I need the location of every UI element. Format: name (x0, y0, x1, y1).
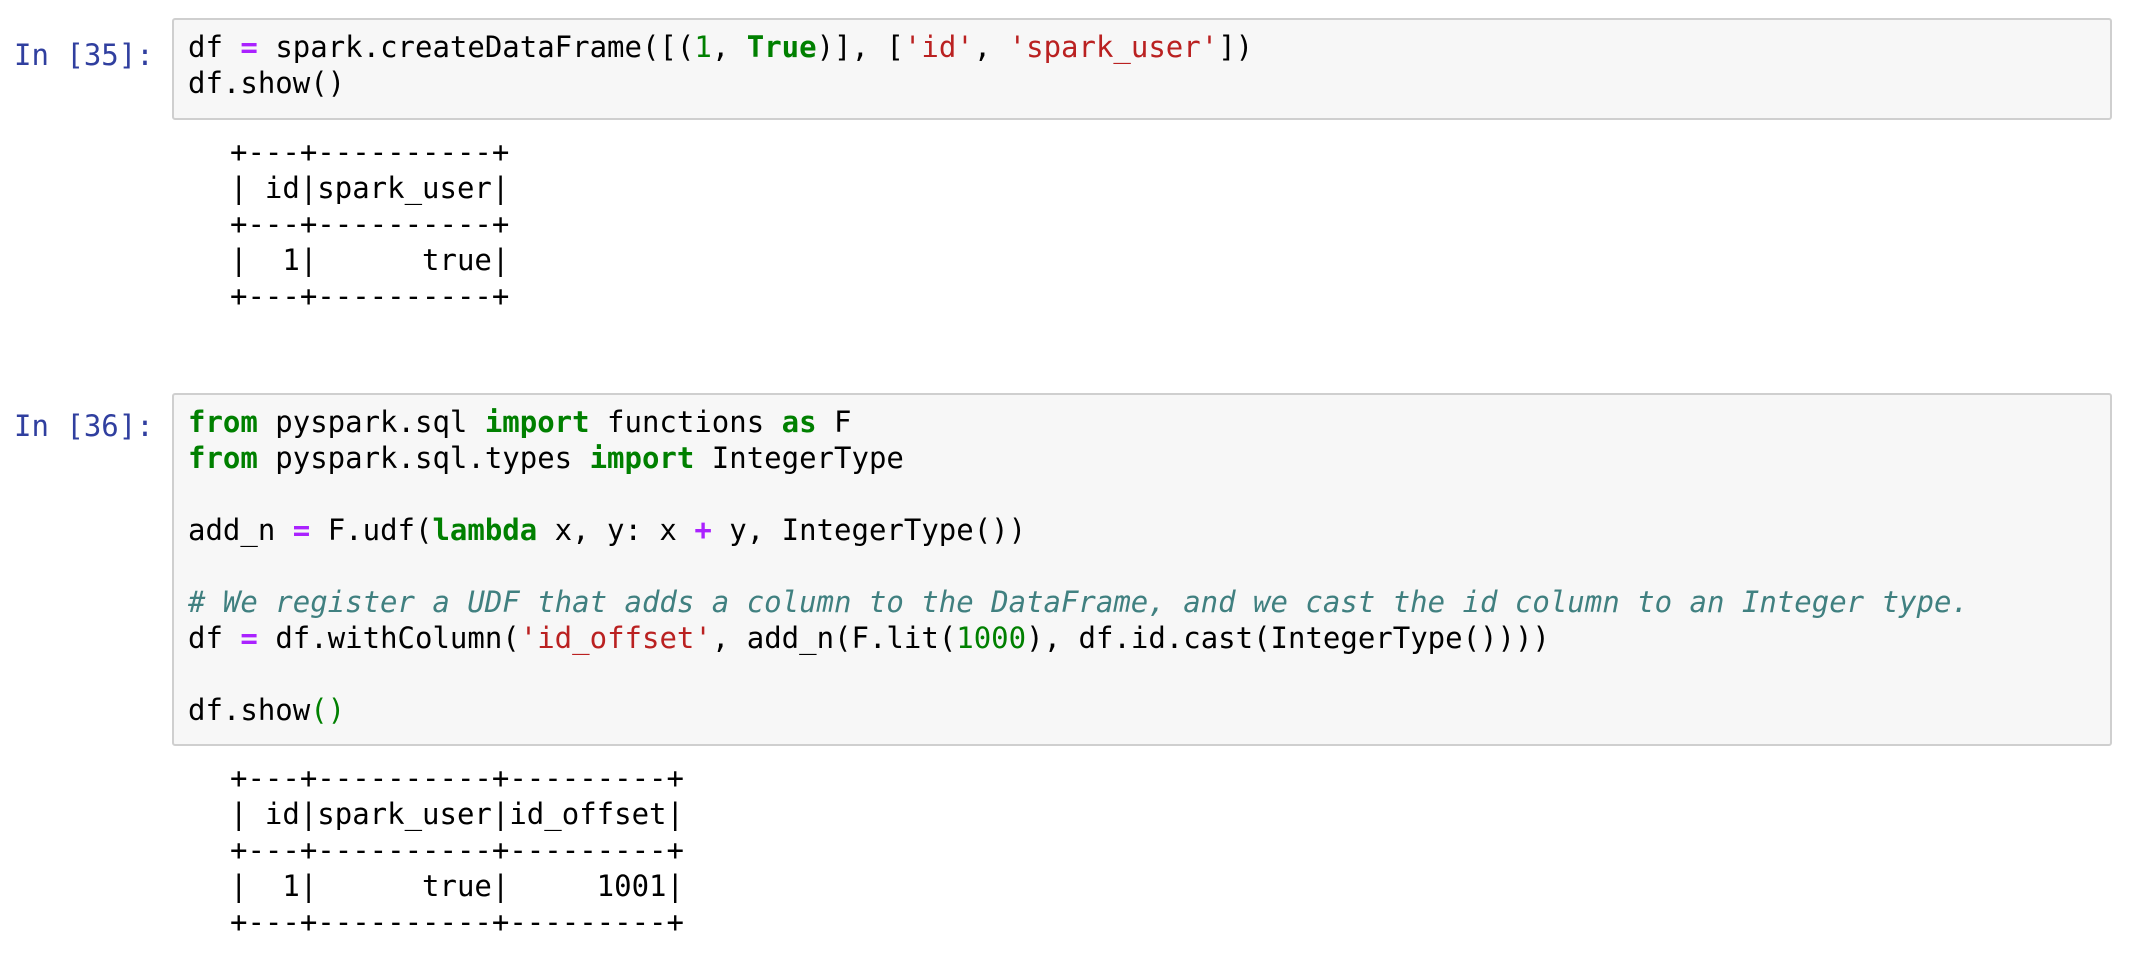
notebook-cell-36[interactable]: In [36]: from pyspark.sql import functio… (0, 330, 2134, 954)
code-line: from pyspark.sql.types import IntegerTyp… (188, 440, 1969, 476)
code-token: ), df.id.cast(IntegerType()))) (1026, 621, 1550, 655)
code-input-area[interactable]: from pyspark.sql import functions as Ffr… (172, 393, 2112, 746)
code-token: df.show (188, 693, 311, 727)
code-token: df (188, 30, 241, 64)
code-token: import (484, 405, 590, 439)
code-line: df = spark.createDataFrame([(1, True)], … (188, 29, 1253, 65)
code-token: from (188, 405, 258, 439)
output-line: | id|spark_user| (230, 171, 510, 205)
cell-prompt: In [36]: (14, 409, 154, 443)
code-token: , (973, 30, 1009, 64)
code-token: True (746, 30, 817, 64)
code-token: pyspark.sql (257, 405, 485, 439)
code-token: 'spark_user' (1008, 30, 1219, 64)
code-token: 'id' (903, 30, 974, 64)
code-input-area[interactable]: df = spark.createDataFrame([(1, True)], … (172, 18, 2112, 120)
output-line: | 1| true| (230, 243, 510, 277)
code-line: add_n = F.udf(lambda x, y: x + y, Intege… (188, 512, 1969, 548)
code-token: , add_n(F.lit( (711, 621, 957, 655)
code-token: F (816, 405, 852, 439)
cell-prompt: In [35]: (14, 38, 154, 72)
code-token: df (188, 621, 241, 655)
output-line: | id|spark_user|id_offset| (230, 797, 684, 831)
code-line: df = df.withColumn('id_offset', add_n(F.… (188, 620, 1969, 656)
code-token: df.withColumn( (257, 621, 520, 655)
cell-output: +---+----------+ | id|spark_user| +---+---… (230, 134, 509, 314)
code-token: () (310, 693, 346, 727)
code-token: IntegerType (694, 441, 904, 475)
code-editor[interactable]: from pyspark.sql import functions as Ffr… (188, 404, 1969, 728)
code-token: = (292, 513, 311, 547)
output-line: +---+----------+---------+ (230, 833, 684, 867)
code-token: import (589, 441, 695, 475)
cell-output: +---+----------+---------+ | id|spark_use… (230, 760, 684, 940)
output-line: | 1| true| 1001| (230, 869, 684, 903)
code-line: df.show() (188, 65, 1253, 101)
code-token: 'id_offset' (519, 621, 712, 655)
output-line: +---+----------+ (230, 135, 510, 169)
code-editor[interactable]: df = spark.createDataFrame([(1, True)], … (188, 29, 1253, 101)
code-line: # We register a UDF that adds a column t… (188, 584, 1969, 620)
code-token: add_n (188, 513, 293, 547)
code-token: from (188, 441, 258, 475)
code-token: = (240, 621, 258, 655)
notebook-cell-35[interactable]: In [35]: df = spark.createDataFrame([(1,… (0, 0, 2134, 330)
code-token: 1 (694, 30, 712, 64)
output-line: +---+----------+---------+ (230, 761, 684, 795)
code-token: ]) (1218, 30, 1254, 64)
code-line: from pyspark.sql import functions as F (188, 404, 1969, 440)
code-token: = (240, 30, 258, 64)
code-token: y, IntegerType()) (711, 513, 1027, 547)
code-token: as (781, 405, 817, 439)
code-token: + (694, 513, 712, 547)
code-token: pyspark.sql.types (257, 441, 590, 475)
code-line: df.show() (188, 692, 1969, 728)
code-token: # We register a UDF that adds a column t… (188, 585, 1969, 619)
code-token: df.show() (188, 66, 346, 100)
code-token: , (711, 30, 747, 64)
output-line: +---+----------+ (230, 207, 510, 241)
code-token: spark.createDataFrame([( (257, 30, 695, 64)
code-token: 1000 (956, 621, 1027, 655)
code-token: F.udf( (310, 513, 433, 547)
code-token: functions (589, 405, 782, 439)
code-token: lambda (432, 513, 538, 547)
output-line: +---+----------+ (230, 279, 510, 313)
code-token: )], [ (816, 30, 904, 64)
code-token: x, y: x (537, 513, 695, 547)
output-line: +---+----------+---------+ (230, 905, 684, 939)
